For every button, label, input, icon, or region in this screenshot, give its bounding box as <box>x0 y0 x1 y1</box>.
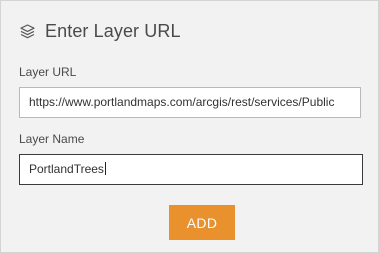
panel-title: Enter Layer URL <box>45 20 181 41</box>
layer-url-input[interactable]: https://www.portlandmaps.com/arcgis/rest… <box>19 87 361 118</box>
layer-url-value: https://www.portlandmaps.com/arcgis/rest… <box>29 95 335 109</box>
layer-name-input[interactable]: PortlandTrees <box>19 154 363 185</box>
add-button[interactable]: ADD <box>169 205 235 240</box>
enter-layer-url-panel: Enter Layer URL Layer URL https://www.po… <box>0 0 379 253</box>
text-caret <box>104 162 106 175</box>
layer-name-value: PortlandTrees <box>29 162 104 176</box>
panel-header: Enter Layer URL <box>19 20 181 42</box>
layer-name-label: Layer Name <box>19 132 85 146</box>
layer-url-label: Layer URL <box>19 65 77 79</box>
layers-icon <box>19 23 36 40</box>
